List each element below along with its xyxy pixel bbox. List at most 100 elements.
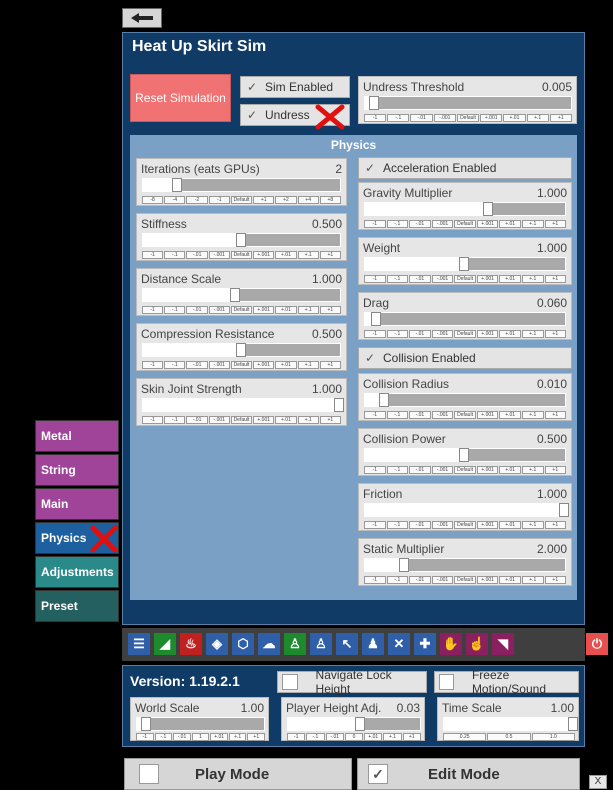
menu-icon[interactable]: ☰ bbox=[128, 633, 150, 655]
step-button[interactable]: -.01 bbox=[325, 733, 344, 741]
slider-knob[interactable] bbox=[235, 343, 246, 357]
param-step-buttons[interactable]: -1 -.1 -.01 -.001 Default +.001 +.01 +.1 +1 bbox=[142, 416, 341, 424]
step-button[interactable]: Default bbox=[230, 196, 253, 204]
step-button[interactable]: +1 bbox=[319, 251, 341, 259]
step-button[interactable]: -.1 bbox=[164, 416, 186, 424]
paint-icon[interactable]: ◢ bbox=[154, 633, 176, 655]
step-button[interactable]: -1 bbox=[364, 411, 386, 419]
player-height-slider[interactable] bbox=[287, 717, 421, 731]
slider-knob[interactable] bbox=[399, 558, 409, 572]
step-button[interactable]: -.1 bbox=[386, 275, 409, 283]
tab-preset[interactable]: Preset bbox=[35, 590, 119, 622]
step-button[interactable]: -.01 bbox=[409, 521, 431, 529]
step-button[interactable]: +.001 bbox=[476, 521, 499, 529]
play-mode-button[interactable]: Play Mode bbox=[124, 758, 352, 790]
step-button[interactable]: -1 bbox=[287, 733, 306, 741]
tab-adjustments[interactable]: Adjustments bbox=[35, 556, 119, 588]
world-scale-slider[interactable] bbox=[136, 717, 265, 731]
step-button[interactable]: +8 bbox=[319, 196, 341, 204]
pointer-hand-icon[interactable]: ☝ bbox=[466, 633, 488, 655]
tab-main[interactable]: Main bbox=[35, 488, 119, 520]
step-button[interactable]: +.01 bbox=[499, 330, 521, 338]
step-button[interactable]: -.1 bbox=[386, 330, 409, 338]
param-step-buttons[interactable]: -1 -.1 -.01 -.001 Default +.001 +.01 +.1 +1 bbox=[364, 220, 567, 228]
step-button[interactable]: +.01 bbox=[499, 220, 521, 228]
step-button[interactable]: 1.0 bbox=[531, 733, 575, 741]
step-button[interactable]: -.1 bbox=[386, 220, 409, 228]
step-button[interactable]: 0.25 bbox=[443, 733, 487, 741]
step-button[interactable]: -.1 bbox=[386, 576, 409, 584]
step-button[interactable]: -1 bbox=[142, 306, 164, 314]
step-button[interactable]: -.01 bbox=[409, 466, 431, 474]
step-button[interactable]: +4 bbox=[297, 196, 319, 204]
player-height-step-buttons[interactable]: -1 -.1 -.01 0 +.01 +.1 +1 bbox=[287, 733, 421, 741]
step-button[interactable]: +.01 bbox=[499, 576, 521, 584]
step-button[interactable]: -2 bbox=[186, 196, 208, 204]
step-button[interactable]: -1 bbox=[208, 196, 230, 204]
step-button[interactable]: +.01 bbox=[275, 251, 297, 259]
step-button[interactable]: -.01 bbox=[410, 114, 433, 122]
step-button[interactable]: +.1 bbox=[521, 411, 544, 419]
step-button[interactable]: -.001 bbox=[208, 416, 230, 424]
step-button[interactable]: +.1 bbox=[521, 220, 544, 228]
step-button[interactable]: -.001 bbox=[433, 114, 456, 122]
freeze-motion-toggle[interactable]: Freeze Motion/Sound bbox=[434, 668, 579, 696]
slider-knob[interactable] bbox=[559, 503, 569, 517]
step-button[interactable]: +1 bbox=[544, 275, 567, 283]
step-button[interactable]: +.001 bbox=[476, 466, 499, 474]
step-button[interactable]: Default bbox=[454, 576, 476, 584]
step-button[interactable]: +.001 bbox=[253, 416, 275, 424]
people-icon[interactable]: ♟ bbox=[362, 633, 384, 655]
step-button[interactable]: +.1 bbox=[297, 416, 319, 424]
step-button[interactable]: +1 bbox=[253, 196, 275, 204]
time-scale-slider[interactable] bbox=[443, 717, 578, 731]
step-button[interactable]: +.01 bbox=[275, 361, 297, 369]
slider-knob[interactable] bbox=[334, 398, 344, 412]
person-edit-icon[interactable]: ♙ bbox=[310, 633, 332, 655]
step-button[interactable]: Default bbox=[454, 521, 476, 529]
param-step-buttons[interactable]: -1 -.1 -.01 -.001 Default +.001 +.01 +.1 +1 bbox=[364, 576, 567, 584]
step-button[interactable]: -.1 bbox=[164, 251, 186, 259]
step-button[interactable]: -1 bbox=[142, 361, 164, 369]
step-button[interactable]: +.001 bbox=[476, 275, 499, 283]
step-button[interactable]: +.1 bbox=[526, 114, 549, 122]
bath-icon[interactable]: ♨ bbox=[180, 633, 202, 655]
param-step-buttons[interactable]: -1 -.1 -.01 -.001 Default +.001 +.01 +.1 +1 bbox=[142, 251, 341, 259]
step-button[interactable]: Default bbox=[230, 361, 253, 369]
param-slider[interactable] bbox=[142, 398, 344, 412]
step-button[interactable]: -1 bbox=[364, 275, 386, 283]
tab-metal[interactable]: Metal bbox=[35, 420, 119, 452]
step-button[interactable]: +1 bbox=[319, 306, 341, 314]
param-slider[interactable] bbox=[142, 343, 341, 357]
step-button[interactable]: +.001 bbox=[480, 114, 503, 122]
step-button[interactable]: -.01 bbox=[409, 275, 431, 283]
undress-threshold-step-buttons[interactable]: -1 -.1 -.01 -.001 Default +.001 +.01 +.1 +1 bbox=[364, 114, 572, 122]
acceleration-enabled-toggle[interactable]: ✓ Acceleration Enabled bbox=[358, 157, 572, 179]
param-slider[interactable] bbox=[142, 288, 341, 302]
tab-string[interactable]: String bbox=[35, 454, 119, 486]
step-button[interactable]: Default bbox=[454, 275, 476, 283]
param-slider[interactable] bbox=[364, 448, 566, 462]
step-button[interactable]: +1 bbox=[402, 733, 421, 741]
step-button[interactable]: Default bbox=[454, 220, 476, 228]
tools-icon[interactable]: ✕ bbox=[388, 633, 410, 655]
step-button[interactable]: +.001 bbox=[253, 361, 275, 369]
step-button[interactable]: -.001 bbox=[431, 275, 454, 283]
step-button[interactable]: -.1 bbox=[306, 733, 325, 741]
box-icon[interactable]: ⬡ bbox=[232, 633, 254, 655]
step-button[interactable]: -.01 bbox=[186, 306, 208, 314]
step-button[interactable]: +1 bbox=[319, 361, 341, 369]
step-button[interactable]: 0.5 bbox=[487, 733, 531, 741]
step-button[interactable]: -4 bbox=[164, 196, 186, 204]
step-button[interactable]: +1 bbox=[544, 411, 567, 419]
step-button[interactable]: Default bbox=[230, 416, 253, 424]
step-button[interactable]: +.001 bbox=[253, 306, 275, 314]
step-button[interactable]: +.001 bbox=[476, 576, 499, 584]
step-button[interactable]: -1 bbox=[136, 733, 154, 741]
step-button[interactable]: Default bbox=[230, 251, 253, 259]
param-step-buttons[interactable]: -1 -.1 -.01 -.001 Default +.001 +.01 +.1 +1 bbox=[142, 361, 341, 369]
step-button[interactable]: +.1 bbox=[521, 275, 544, 283]
slider-knob[interactable] bbox=[459, 257, 469, 271]
step-button[interactable]: +1 bbox=[544, 576, 567, 584]
undress-threshold-slider[interactable] bbox=[364, 96, 572, 110]
